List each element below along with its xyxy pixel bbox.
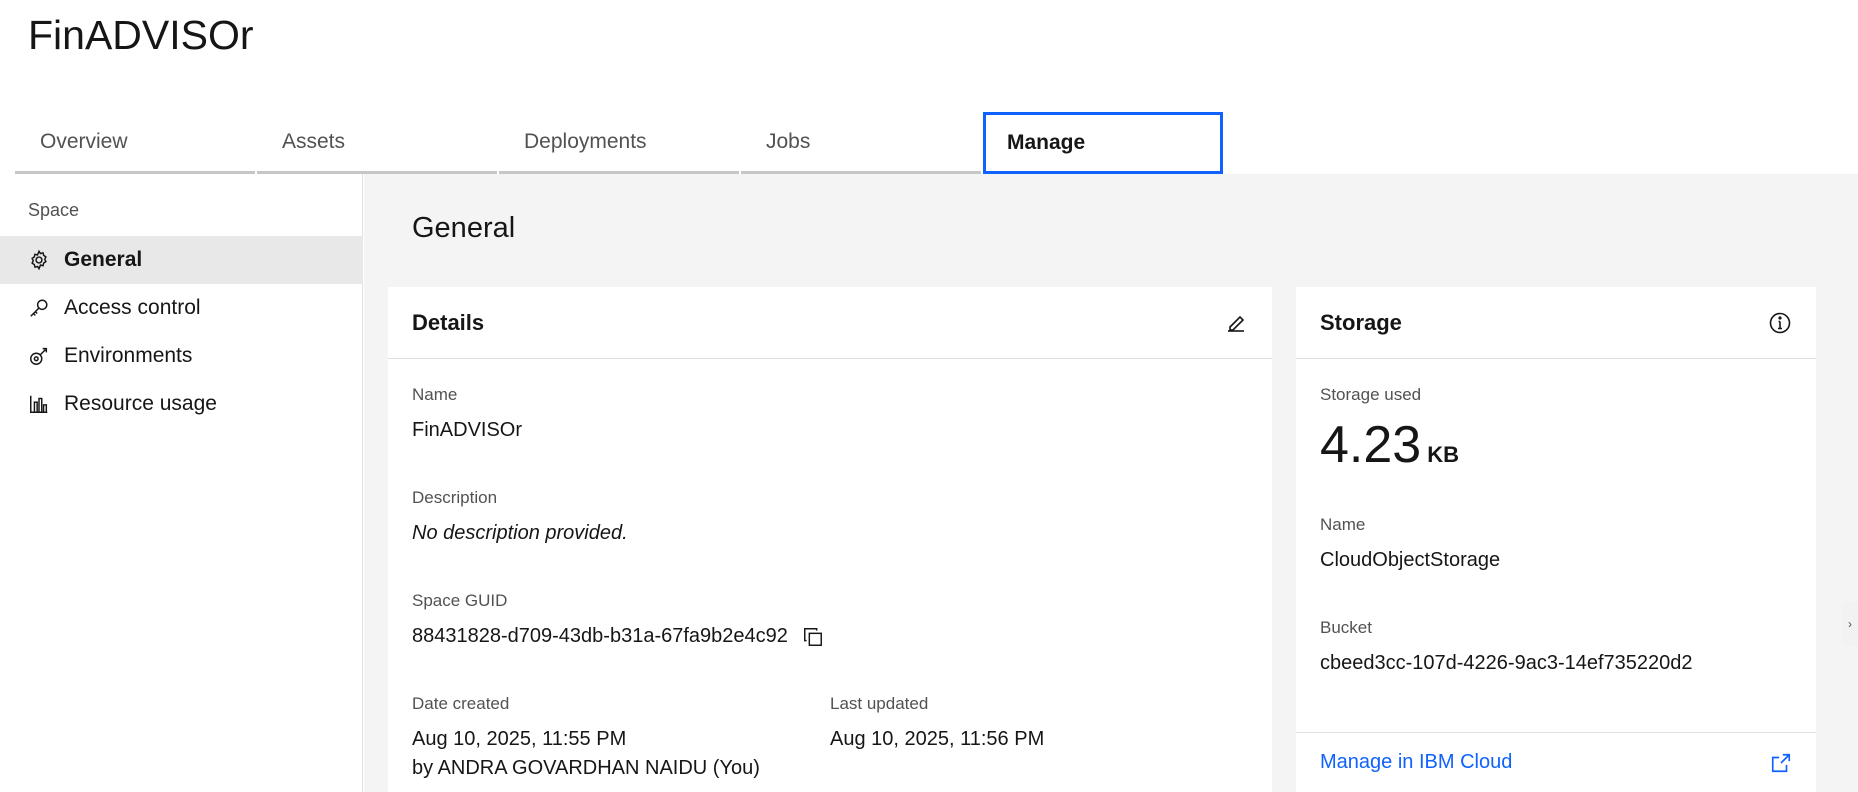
info-icon[interactable] bbox=[1768, 311, 1792, 335]
storage-card-header: Storage bbox=[1296, 287, 1816, 359]
guid-label: Space GUID bbox=[412, 591, 508, 610]
sidebar: Space General Access control Environment… bbox=[0, 174, 363, 792]
sidebar-item-access-control[interactable]: Access control bbox=[0, 284, 363, 332]
storage-used-unit: KB bbox=[1427, 442, 1459, 467]
edit-icon[interactable] bbox=[1224, 311, 1248, 335]
main-content: General Details Name FinADVISOr Descript… bbox=[364, 174, 1858, 792]
date-created-label: Date created bbox=[412, 694, 510, 713]
tab-bar: Overview Assets Deployments Jobs Manage bbox=[15, 112, 1225, 174]
description-value: No description provided. bbox=[412, 522, 628, 544]
details-title: Details bbox=[412, 309, 485, 335]
storage-used-value: 4.23 bbox=[1320, 416, 1422, 474]
sidebar-item-label: Access control bbox=[64, 296, 201, 319]
tab-deployments[interactable]: Deployments bbox=[499, 112, 739, 174]
page-title: General bbox=[412, 212, 516, 244]
sidebar-item-label: General bbox=[64, 248, 143, 271]
sidebar-item-general[interactable]: General bbox=[0, 236, 363, 284]
sidebar-item-label: Environments bbox=[64, 344, 193, 367]
created-by: by ANDRA GOVARDHAN NAIDU (You) bbox=[412, 757, 760, 779]
bar-chart-icon bbox=[28, 393, 50, 415]
details-body: Name FinADVISOr Description No descripti… bbox=[388, 385, 1272, 780]
details-card-header: Details bbox=[388, 287, 1272, 359]
gear-icon bbox=[28, 249, 50, 271]
sidebar-item-resource-usage[interactable]: Resource usage bbox=[0, 380, 363, 428]
storage-used-label: Storage used bbox=[1320, 385, 1422, 404]
storage-name-label: Name bbox=[1320, 515, 1366, 534]
sidebar-list: General Access control Environments Reso… bbox=[0, 236, 363, 428]
sidebar-item-environments[interactable]: Environments bbox=[0, 332, 363, 380]
name-value: FinADVISOr bbox=[412, 419, 523, 441]
tab-overview[interactable]: Overview bbox=[15, 112, 255, 174]
side-panel-toggle[interactable]: › bbox=[1842, 602, 1858, 646]
date-created-value: Aug 10, 2025, 11:55 PM bbox=[412, 728, 627, 750]
sidebar-item-label: Resource usage bbox=[64, 392, 217, 415]
bucket-label: Bucket bbox=[1320, 618, 1372, 637]
storage-card: Storage Storage used 4.23 KB Name CloudO… bbox=[1296, 287, 1816, 792]
last-updated-value: Aug 10, 2025, 11:56 PM bbox=[830, 728, 1045, 750]
storage-name-value: CloudObjectStorage bbox=[1320, 549, 1501, 571]
manage-link-row: Manage in IBM Cloud bbox=[1296, 732, 1816, 792]
external-link-icon[interactable] bbox=[1770, 752, 1792, 774]
tab-assets[interactable]: Assets bbox=[257, 112, 497, 174]
tab-jobs[interactable]: Jobs bbox=[741, 112, 981, 174]
name-label: Name bbox=[412, 385, 458, 404]
guid-row: 88431828-d709-43db-b31a-67fa9b2e4c92 bbox=[412, 625, 1248, 648]
chevron-right-icon: › bbox=[1848, 617, 1852, 631]
tab-manage[interactable]: Manage bbox=[983, 112, 1223, 174]
bucket-value: cbeed3cc-107d-4226-9ac3-14ef735220d2 bbox=[1320, 652, 1693, 674]
description-label: Description bbox=[412, 488, 498, 507]
environment-icon bbox=[28, 345, 50, 367]
details-card: Details Name FinADVISOr Description No d… bbox=[388, 287, 1272, 792]
key-icon bbox=[28, 297, 50, 319]
manage-in-ibm-cloud-link[interactable]: Manage in IBM Cloud bbox=[1320, 751, 1512, 774]
storage-body: Storage used 4.23 KB Name CloudObjectSto… bbox=[1296, 385, 1816, 675]
storage-title: Storage bbox=[1320, 309, 1402, 335]
storage-used-row: 4.23 KB bbox=[1320, 415, 1792, 475]
last-updated-label: Last updated bbox=[830, 694, 929, 713]
sidebar-heading: Space bbox=[28, 200, 80, 220]
guid-value: 88431828-d709-43db-b31a-67fa9b2e4c92 bbox=[412, 625, 788, 647]
copy-icon[interactable] bbox=[802, 626, 824, 648]
app-title: FinADVISOr bbox=[28, 12, 254, 58]
